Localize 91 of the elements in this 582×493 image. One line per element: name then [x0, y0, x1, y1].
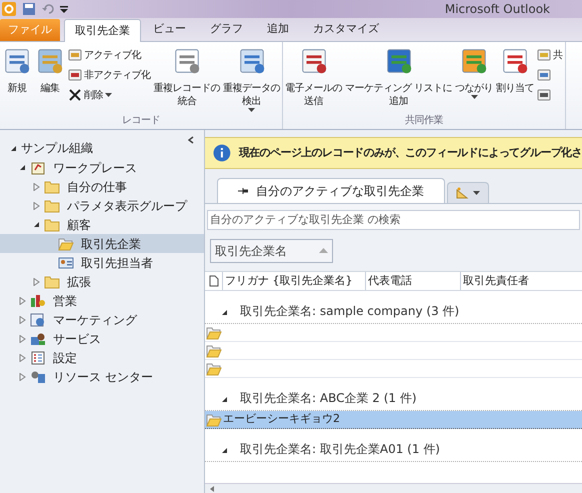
tree-item[interactable]: ワークプレース: [0, 158, 204, 177]
tree-item[interactable]: 取引先担当者: [0, 253, 204, 272]
ribbon-button[interactable]: 重複データの 検出: [222, 46, 281, 112]
tree-item[interactable]: パラメタ表示グループ: [0, 196, 204, 215]
tree-item[interactable]: マーケティング: [0, 310, 204, 329]
customize-menu-icon[interactable]: [60, 4, 68, 14]
toolbar-icon: [537, 88, 552, 102]
tree-item[interactable]: サンプル組織: [0, 138, 204, 158]
toolbar-icon: [68, 48, 82, 62]
group-by-chip[interactable]: 取引先企業名: [210, 238, 333, 262]
new-view-icon: [456, 187, 470, 199]
info-message: 現在のページ上のレコードのみが、このフィールドによってグループ化さ: [238, 144, 582, 161]
contact-card-icon: [58, 256, 74, 270]
toolbar-icon: [68, 68, 82, 82]
toolbar-icon: [537, 48, 552, 62]
caret-icon: [473, 191, 480, 195]
save-icon[interactable]: [22, 2, 36, 16]
collapse-arrow-icon[interactable]: [18, 164, 26, 171]
service-icon: [30, 332, 46, 346]
tree-item[interactable]: サービス: [0, 329, 204, 348]
ribbon-small-button[interactable]: 共: [537, 46, 563, 64]
window-title: Microsoft Outlook: [444, 1, 550, 18]
sort-ascending-icon: [319, 248, 328, 253]
table-cell-text: エービーシーキギョウ2: [223, 411, 341, 428]
collapse-arrow-icon[interactable]: [32, 221, 40, 228]
search-field[interactable]: 自分のアクティブな取引先企業 の検索: [207, 210, 580, 230]
tree-item[interactable]: 顧客: [0, 215, 204, 234]
ribbon-small-button[interactable]: アクティブ化: [68, 46, 150, 64]
ribbon-tab[interactable]: 追加: [255, 18, 301, 41]
expand-arrow-icon[interactable]: [32, 182, 40, 190]
clipboard-icon: [30, 160, 46, 174]
ribbon-button[interactable]: 重複レコードの 統合: [152, 46, 221, 108]
marketing-icon: [30, 312, 46, 326]
ribbon-tab[interactable]: カスタマイズ: [301, 18, 391, 41]
ribbon-tab[interactable]: ビュー: [141, 18, 198, 41]
folder-icon: [44, 218, 60, 232]
ribbon-tab[interactable]: グラフ: [198, 18, 255, 41]
group-label: 共同作業: [404, 114, 444, 128]
new-view-tab[interactable]: [447, 182, 489, 203]
expand-arrow-icon[interactable]: [32, 202, 40, 210]
group-label: レコード: [121, 114, 161, 128]
column-header[interactable]: 取引先責任者: [460, 272, 582, 290]
group-header[interactable]: 取引先企業名: 取引先企業A01 (1 件): [240, 440, 440, 458]
tree-item[interactable]: 自分の仕事: [0, 177, 204, 196]
expand-arrow-icon[interactable]: [18, 316, 26, 324]
ribbon-button[interactable]: 新規: [1, 46, 33, 95]
expand-arrow-icon[interactable]: [18, 334, 26, 342]
pin-icon: [238, 187, 248, 195]
expand-arrow-icon[interactable]: [18, 372, 26, 380]
group-header[interactable]: 取引先企業名: ABC企業 2 (1 件): [240, 389, 417, 407]
collapse-arrow-icon[interactable]: [221, 447, 228, 454]
tree-item[interactable]: リソース センター: [0, 367, 204, 386]
ribbon-button[interactable]: 割り当て: [495, 46, 536, 95]
view-tab[interactable]: 自分のアクティブな取引先企業: [217, 178, 445, 203]
expand-arrow-icon[interactable]: [32, 278, 40, 286]
folder-icon: [44, 274, 60, 288]
ribbon-small-button[interactable]: 非アクティブ化: [68, 66, 150, 84]
sales-icon: [30, 294, 46, 308]
collapse-arrow-icon[interactable]: [10, 144, 17, 152]
resource-icon: [30, 370, 46, 384]
folder-icon: [44, 180, 60, 194]
tree-item[interactable]: 営業: [0, 291, 204, 310]
tree-item[interactable]: 設定: [0, 348, 204, 367]
tree-item[interactable]: 取引先企業: [0, 234, 204, 253]
ribbon-tab[interactable]: 取引先企業: [64, 19, 141, 42]
ribbon-small-button[interactable]: 削除: [68, 86, 150, 104]
scroll-left-icon[interactable]: [208, 484, 216, 492]
app-icon[interactable]: [2, 2, 16, 16]
group-header[interactable]: 取引先企業名: sample company (3 件): [240, 302, 460, 320]
toolbar-icon: [537, 68, 552, 82]
open-folder-icon: [58, 236, 74, 250]
toolbar-icon: [68, 88, 82, 102]
undo-icon[interactable]: [42, 3, 54, 15]
horizontal-scrollbar[interactable]: [205, 483, 582, 493]
column-header[interactable]: フリガナ {取引先企業名}: [222, 272, 365, 290]
table-row[interactable]: エービーシーキギョウ2: [205, 411, 582, 429]
folder-icon: [44, 198, 60, 212]
collapse-pane-icon[interactable]: [188, 136, 194, 144]
expand-arrow-icon[interactable]: [18, 354, 26, 362]
checklist-icon: [30, 350, 46, 364]
expand-arrow-icon[interactable]: [18, 296, 26, 304]
tree-item[interactable]: 拡張: [0, 272, 204, 291]
document-icon: [208, 275, 220, 287]
ribbon-button[interactable]: マーケティング リストに 追加: [344, 46, 454, 108]
info-icon: [213, 144, 231, 162]
collapse-arrow-icon[interactable]: [221, 396, 228, 403]
ribbon-button[interactable]: 電子メールの 送信: [284, 46, 343, 108]
column-header[interactable]: 代表電話: [365, 272, 460, 290]
ribbon-button[interactable]: 編集: [34, 46, 66, 95]
ribbon-button[interactable]: つながり: [454, 46, 494, 99]
collapse-arrow-icon[interactable]: [221, 309, 228, 316]
